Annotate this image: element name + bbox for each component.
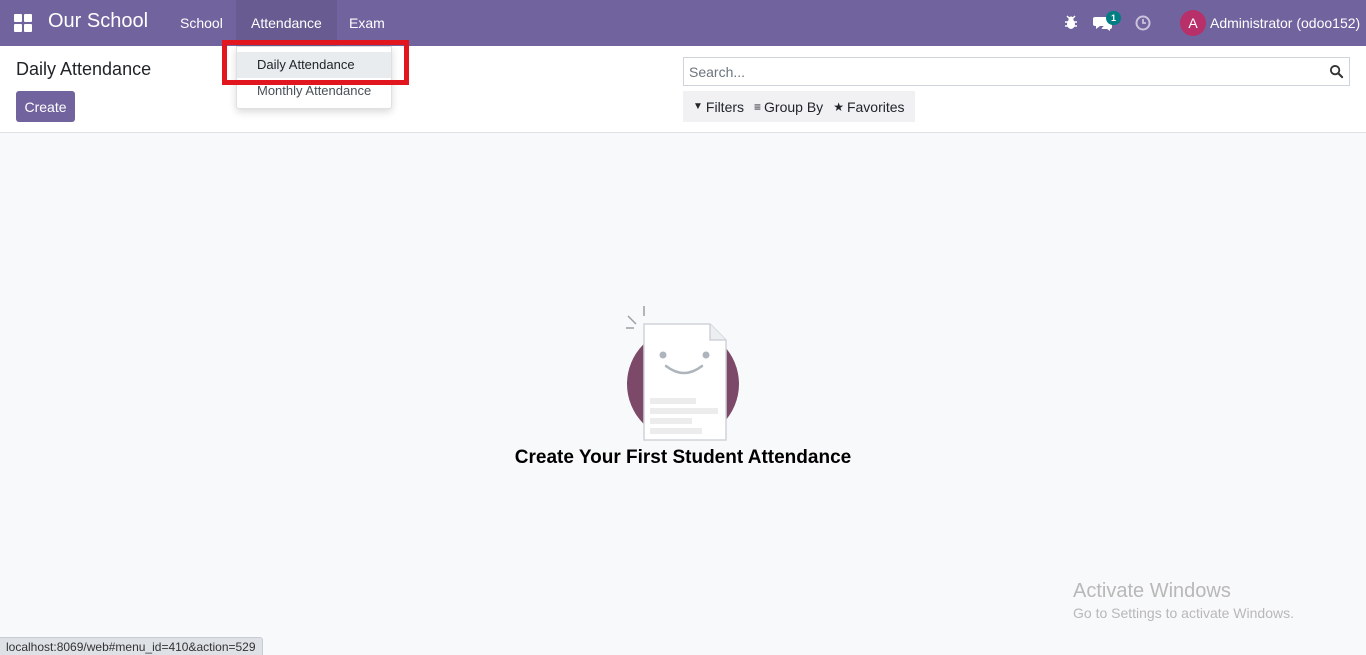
- favorites-label: Favorites: [846, 98, 905, 115]
- user-menu[interactable]: Administrator (odoo152): [1210, 15, 1360, 31]
- favorites-button[interactable]: ★ Favorites: [828, 91, 909, 122]
- search-icon[interactable]: [1329, 64, 1344, 79]
- create-button[interactable]: Create: [16, 91, 75, 122]
- filters-button[interactable]: ▼ Filters: [688, 91, 749, 122]
- chat-badge: 1: [1106, 11, 1121, 25]
- empty-document-illustration: [626, 306, 739, 441]
- search-bar: [683, 57, 1350, 86]
- star-icon: ★: [833, 99, 844, 114]
- top-navbar: Our School School Attendance Exam 1 A Ad…: [0, 0, 1366, 46]
- menu-school[interactable]: School: [165, 0, 238, 46]
- app-brand[interactable]: Our School: [48, 10, 148, 33]
- app-grid-icon[interactable]: [14, 14, 32, 32]
- group-by-button[interactable]: ≡ Group By: [749, 91, 828, 122]
- search-input[interactable]: [684, 58, 1304, 85]
- status-bar-url: localhost:8069/web#menu_id=410&action=52…: [0, 637, 263, 655]
- menu-item-daily-attendance[interactable]: Daily Attendance: [237, 52, 391, 78]
- menu-attendance[interactable]: Attendance: [236, 0, 337, 46]
- bug-icon[interactable]: [1061, 13, 1081, 33]
- windows-watermark-title: Activate Windows: [1073, 580, 1231, 602]
- windows-watermark-subtitle: Go to Settings to activate Windows.: [1073, 605, 1294, 621]
- empty-state-title: Create Your First Student Attendance: [514, 447, 852, 468]
- avatar[interactable]: A: [1180, 10, 1206, 36]
- attendance-dropdown: Daily Attendance Monthly Attendance: [236, 46, 392, 109]
- list-icon: ≡: [754, 99, 762, 114]
- filter-icon: ▼: [693, 101, 703, 112]
- page-title: Daily Attendance: [16, 59, 152, 79]
- group-by-label: Group By: [764, 98, 824, 115]
- control-panel: Daily Attendance Create ▼ Filters ≡ Grou…: [0, 46, 1366, 133]
- filters-label: Filters: [705, 98, 745, 115]
- menu-exam[interactable]: Exam: [334, 0, 400, 46]
- menu-item-monthly-attendance[interactable]: Monthly Attendance: [237, 78, 391, 104]
- clock-icon[interactable]: [1133, 13, 1153, 33]
- search-options: ▼ Filters ≡ Group By ★ Favorites: [683, 91, 915, 122]
